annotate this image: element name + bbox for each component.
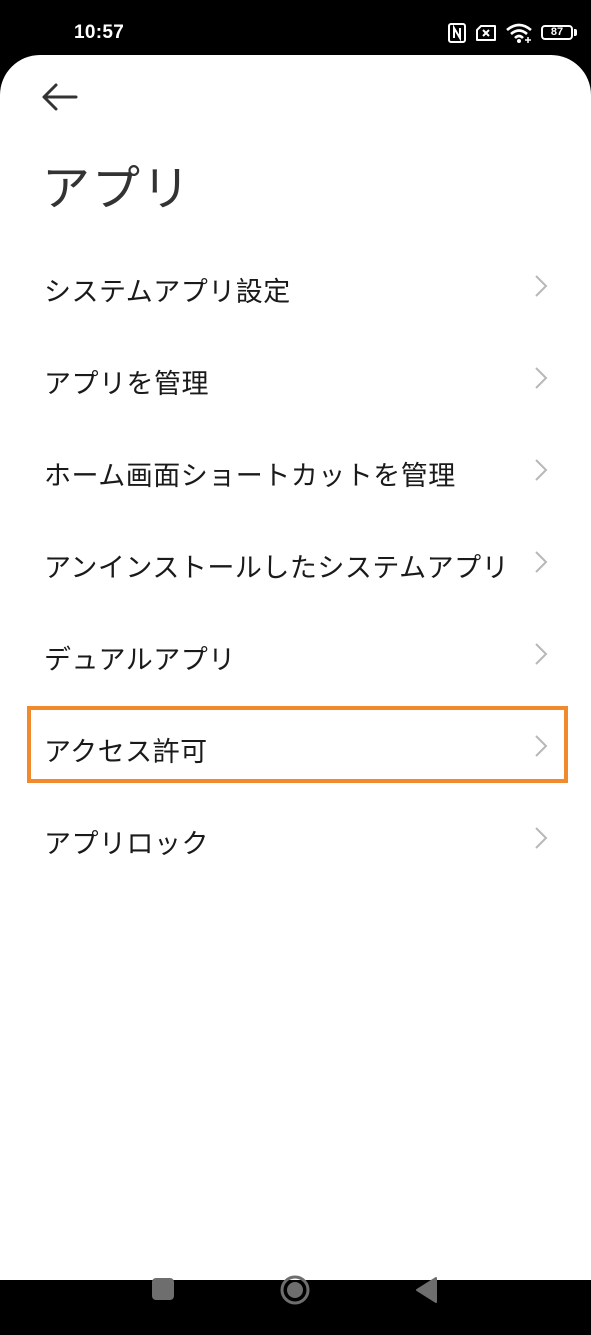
nfc-icon — [448, 23, 466, 43]
navigation-bar — [0, 1260, 591, 1335]
chevron-right-icon — [535, 367, 548, 389]
nav-back-button[interactable] — [414, 1276, 438, 1304]
battery-level: 87 — [550, 26, 564, 38]
menu-item-manage-apps[interactable]: アプリを管理 — [0, 332, 591, 424]
menu-list: システムアプリ設定 アプリを管理 ホーム画面ショートカットを管理 アンインストー… — [0, 240, 591, 884]
menu-item-dual-apps[interactable]: デュアルアプリ — [0, 608, 591, 700]
battery-icon: 87 — [541, 25, 573, 40]
settings-sheet: アプリ システムアプリ設定 アプリを管理 ホーム画面ショートカットを管理 アンイ… — [0, 55, 591, 1305]
menu-item-app-lock[interactable]: アプリロック — [0, 792, 591, 884]
menu-item-label: デュアルアプリ — [44, 645, 236, 676]
chevron-right-icon — [535, 275, 548, 297]
status-icons: 87 — [447, 22, 577, 46]
menu-item-label: アンインストールしたシステムアプリ — [44, 553, 510, 584]
menu-item-system-app-settings[interactable]: システムアプリ設定 — [0, 240, 591, 332]
square-icon — [152, 1278, 174, 1300]
chevron-right-icon — [535, 827, 548, 849]
home-button[interactable] — [279, 1274, 311, 1306]
status-time: 10:57 — [74, 22, 125, 43]
menu-item-label: アプリを管理 — [44, 369, 209, 400]
triangle-back-icon — [416, 1277, 437, 1303]
chevron-right-icon — [535, 643, 548, 665]
back-button[interactable] — [36, 75, 84, 119]
menu-item-label: システムアプリ設定 — [44, 277, 291, 308]
menu-item-home-shortcuts[interactable]: ホーム画面ショートカットを管理 — [0, 424, 591, 516]
wifi-icon — [506, 23, 532, 43]
chevron-right-icon — [535, 551, 548, 573]
battery-cap — [574, 29, 577, 36]
page-title: アプリ — [42, 161, 193, 217]
highlight-box — [27, 706, 568, 783]
no-sim-icon — [476, 25, 496, 41]
status-bar: 10:57 87 — [0, 0, 591, 62]
recents-button[interactable] — [151, 1277, 175, 1301]
arrow-left-icon — [42, 83, 78, 111]
menu-item-label: ホーム画面ショートカットを管理 — [44, 461, 456, 492]
circle-icon — [280, 1275, 310, 1305]
menu-item-uninstalled-system-apps[interactable]: アンインストールしたシステムアプリ — [0, 516, 591, 608]
menu-item-label: アプリロック — [44, 829, 209, 860]
chevron-right-icon — [535, 459, 548, 481]
